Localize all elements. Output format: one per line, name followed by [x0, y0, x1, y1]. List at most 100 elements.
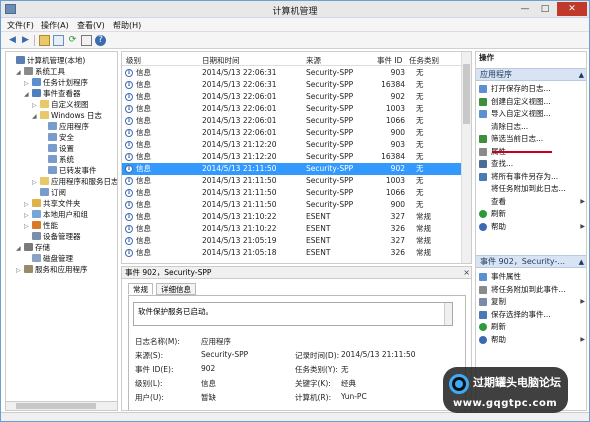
action-item[interactable]: 清除日志...	[476, 121, 586, 132]
table-cell: 326	[390, 224, 405, 233]
tree-node[interactable]: ▷ 共享文件夹	[24, 198, 81, 209]
close-button[interactable]: ✕	[557, 2, 587, 16]
action-item[interactable]: 复制 ▶	[476, 296, 586, 307]
event-message-box[interactable]: 软件保护服务已启动。	[133, 302, 453, 326]
table-row[interactable]: i 信息 2014/5/13 22:06:01 Security-SPP 1066 无	[122, 115, 462, 127]
tree-node[interactable]: 设备管理器	[24, 231, 81, 242]
action-item[interactable]: 刷新	[476, 321, 586, 332]
help-icon[interactable]: ?	[95, 35, 106, 46]
table-row[interactable]: i 信息 2014/5/13 21:12:20 Security-SPP 16384 无	[122, 151, 462, 163]
column-source[interactable]: 来源	[306, 55, 321, 66]
column-task-category[interactable]: 任务类别	[409, 55, 439, 66]
collapse-icon[interactable]: ▲	[579, 256, 584, 268]
table-row[interactable]: i 信息 2014/5/13 22:06:31 Security-SPP 903 无	[122, 67, 462, 79]
table-row[interactable]: i 信息 2014/5/13 22:06:01 Security-SPP 902 无	[122, 91, 462, 103]
tree-node[interactable]: 已转发事件	[40, 165, 97, 176]
collapse-icon[interactable]: ▲	[579, 69, 584, 81]
action-item[interactable]: 将任务附加到此日志...	[476, 183, 586, 194]
action-item[interactable]: 事件属性	[476, 271, 586, 282]
actions-section-header[interactable]: 应用程序 ▲	[476, 68, 586, 81]
tab-details[interactable]: 详细信息	[156, 283, 196, 295]
menu-file[interactable]: 文件(F)	[7, 20, 34, 31]
tree-node-label: 计算机管理(本地)	[27, 56, 86, 65]
collapse-icon[interactable]: ◢	[16, 67, 24, 78]
table-row[interactable]: i 信息 2014/5/13 21:05:18 ESENT 326 常规	[122, 247, 462, 259]
tree-node[interactable]: 应用程序	[40, 121, 89, 132]
tree-node[interactable]: ▷ 服务和应用程序	[16, 264, 88, 275]
action-item[interactable]: 查看 ▶	[476, 196, 586, 207]
action-item[interactable]: 创建自定义视图...	[476, 96, 586, 107]
tree-node[interactable]: 磁盘管理	[24, 253, 73, 264]
table-row[interactable]: i 信息 2014/5/13 21:10:22 ESENT 326 常规	[122, 223, 462, 235]
table-cell: 1066	[385, 188, 405, 197]
tree-node[interactable]: ◢ 存储	[16, 242, 50, 253]
table-cell: Security-SPP	[306, 140, 354, 149]
tree-horizontal-scrollbar[interactable]	[5, 401, 118, 411]
table-cell: 327	[390, 236, 405, 245]
menu-action[interactable]: 操作(A)	[41, 20, 69, 31]
tree-node[interactable]: 系统	[40, 154, 74, 165]
scroll-thumb[interactable]	[16, 403, 96, 409]
table-row[interactable]: i 信息 2014/5/13 22:06:01 Security-SPP 1003 无	[122, 103, 462, 115]
table-row[interactable]: i 信息 2014/5/13 21:11:50 Security-SPP 900 无	[122, 199, 462, 211]
action-item[interactable]: 帮助 ▶	[476, 334, 586, 345]
event-list-scrollbar[interactable]	[461, 52, 471, 263]
action-item[interactable]: 打开保存的日志...	[476, 83, 586, 94]
action-item[interactable]: 帮助 ▶	[476, 221, 586, 232]
action-item-label: 创建自定义视图...	[491, 96, 551, 106]
action-item[interactable]: 刷新	[476, 208, 586, 219]
properties-icon[interactable]	[81, 35, 92, 46]
tree-node[interactable]: 安全	[40, 132, 74, 143]
tree-node[interactable]: ▷ 应用程序和服务日志	[32, 176, 117, 187]
tree-node-label: 存储	[35, 243, 50, 252]
table-row[interactable]: i 信息 2014/5/13 21:11:50 Security-SPP 1003 无	[122, 175, 462, 187]
info-icon: i	[125, 213, 133, 221]
action-item[interactable]: 筛选当前日志...	[476, 133, 586, 144]
up-folder-icon[interactable]	[39, 35, 50, 46]
action-item[interactable]: 查找...	[476, 158, 586, 169]
tree-node[interactable]: 订阅	[32, 187, 66, 198]
expand-icon[interactable]: ▷	[16, 265, 24, 276]
forward-icon[interactable]: ▶	[20, 35, 31, 46]
actions-section-header[interactable]: 事件 902，Security-... ▲	[476, 255, 586, 268]
table-row[interactable]: i 信息 2014/5/13 22:06:01 Security-SPP 900 无	[122, 127, 462, 139]
tab-general[interactable]: 常规	[128, 283, 153, 295]
console-tree-icon[interactable]	[53, 35, 64, 46]
tree-node[interactable]: ▷ 自定义视图	[32, 99, 89, 110]
column-event-id[interactable]: 事件 ID	[377, 55, 402, 66]
table-row[interactable]: i 信息 2014/5/13 21:12:20 Security-SPP 903 无	[122, 139, 462, 151]
tree-node[interactable]: ▷ 本地用户和组	[24, 209, 88, 220]
table-cell: ESENT	[306, 224, 331, 233]
column-datetime[interactable]: 日期和时间	[202, 55, 240, 66]
menu-help[interactable]: 帮助(H)	[113, 20, 141, 31]
scroll-thumb[interactable]	[463, 64, 470, 124]
action-item[interactable]: 保存选择的事件...	[476, 309, 586, 320]
column-level[interactable]: 级别	[126, 55, 141, 66]
collapse-icon[interactable]: ◢	[24, 89, 32, 100]
tree-node[interactable]: ◢ Windows 日志	[32, 110, 102, 121]
tree-node[interactable]: ▷ 性能	[24, 220, 58, 231]
action-item[interactable]: 将任务附加到此事件...	[476, 284, 586, 295]
menu-view[interactable]: 查看(V)	[77, 20, 105, 31]
tree-node[interactable]: 计算机管理(本地)	[8, 55, 85, 66]
table-row[interactable]: i 信息 2014/5/13 21:10:22 ESENT 327 常规	[122, 211, 462, 223]
back-icon[interactable]: ◀	[7, 35, 18, 46]
table-row[interactable]: i 信息 2014/5/13 21:11:50 Security-SPP 902 无	[122, 163, 462, 175]
tree-node[interactable]: ◢ 系统工具	[16, 66, 65, 77]
event-message: 软件保护服务已启动。	[138, 307, 213, 316]
table-row[interactable]: i 信息 2014/5/13 22:06:31 Security-SPP 16384 无	[122, 79, 462, 91]
collapse-icon[interactable]: ◢	[32, 111, 40, 122]
tree-node[interactable]: 设置	[40, 143, 74, 154]
table-row[interactable]: i 信息 2014/5/13 21:05:19 ESENT 327 常规	[122, 235, 462, 247]
tree-node[interactable]: ◢ 事件查看器	[24, 88, 81, 99]
refresh-icon[interactable]: ⟳	[67, 35, 78, 46]
message-scrollbar[interactable]	[444, 303, 452, 325]
action-item[interactable]: 导入自定义视图...	[476, 108, 586, 119]
minimize-button[interactable]: —	[516, 2, 534, 16]
table-row[interactable]: i 信息 2014/5/13 21:11:50 Security-SPP 1066 无	[122, 187, 462, 199]
collapse-icon[interactable]: ◢	[16, 243, 24, 254]
action-item[interactable]: 将所有事件另存为...	[476, 171, 586, 182]
close-detail-button[interactable]: ×	[463, 267, 470, 279]
tree-node[interactable]: ▷ 任务计划程序	[24, 77, 88, 88]
maximize-button[interactable]: □	[536, 2, 554, 16]
